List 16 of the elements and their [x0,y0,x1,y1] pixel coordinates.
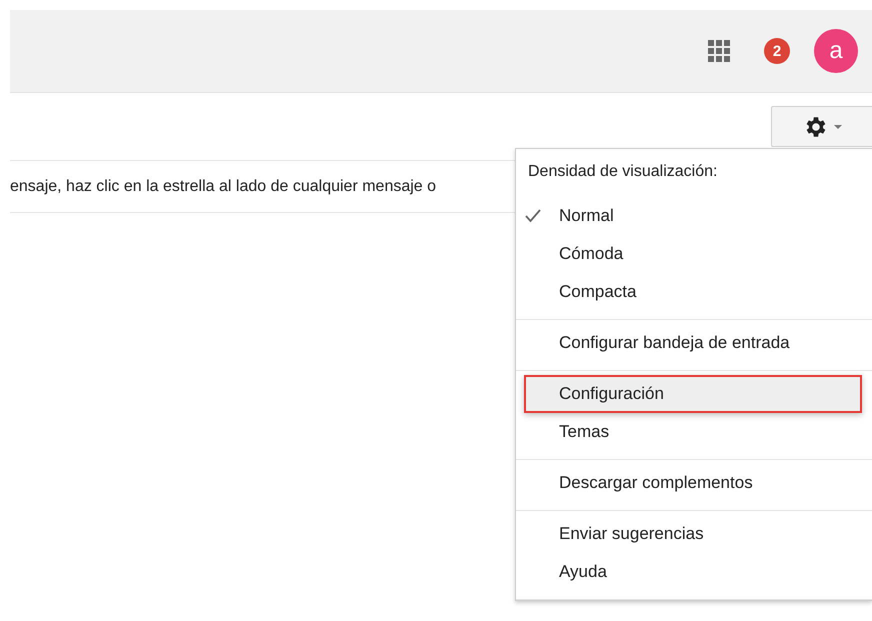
empty-starred-message: ensaje, haz clic en la estrella al lado de cualquier mensaje o [10,178,436,196]
menu-item[interactable]: Ayuda [516,553,872,591]
account-avatar[interactable]: a [814,29,858,73]
menu-item[interactable]: Temas [516,413,872,451]
menu-heading: Densidad de visualización: [527,163,718,182]
menu-item[interactable]: Descargar complementos [516,464,872,502]
menu-item[interactable]: Compacta [516,273,872,311]
menu-item[interactable]: Configurar bandeja de entrada [516,324,872,362]
apps-grid-icon[interactable] [708,40,730,62]
settings-button[interactable] [771,106,872,147]
menu-item[interactable]: Enviar sugerencias [516,515,872,553]
menu-item[interactable]: Configuración [524,375,862,413]
notification-badge[interactable]: 2 [764,38,790,64]
caret-icon [834,124,842,128]
menu-item[interactable]: Cómoda [516,235,872,273]
menu-item[interactable]: Normal [516,197,872,235]
